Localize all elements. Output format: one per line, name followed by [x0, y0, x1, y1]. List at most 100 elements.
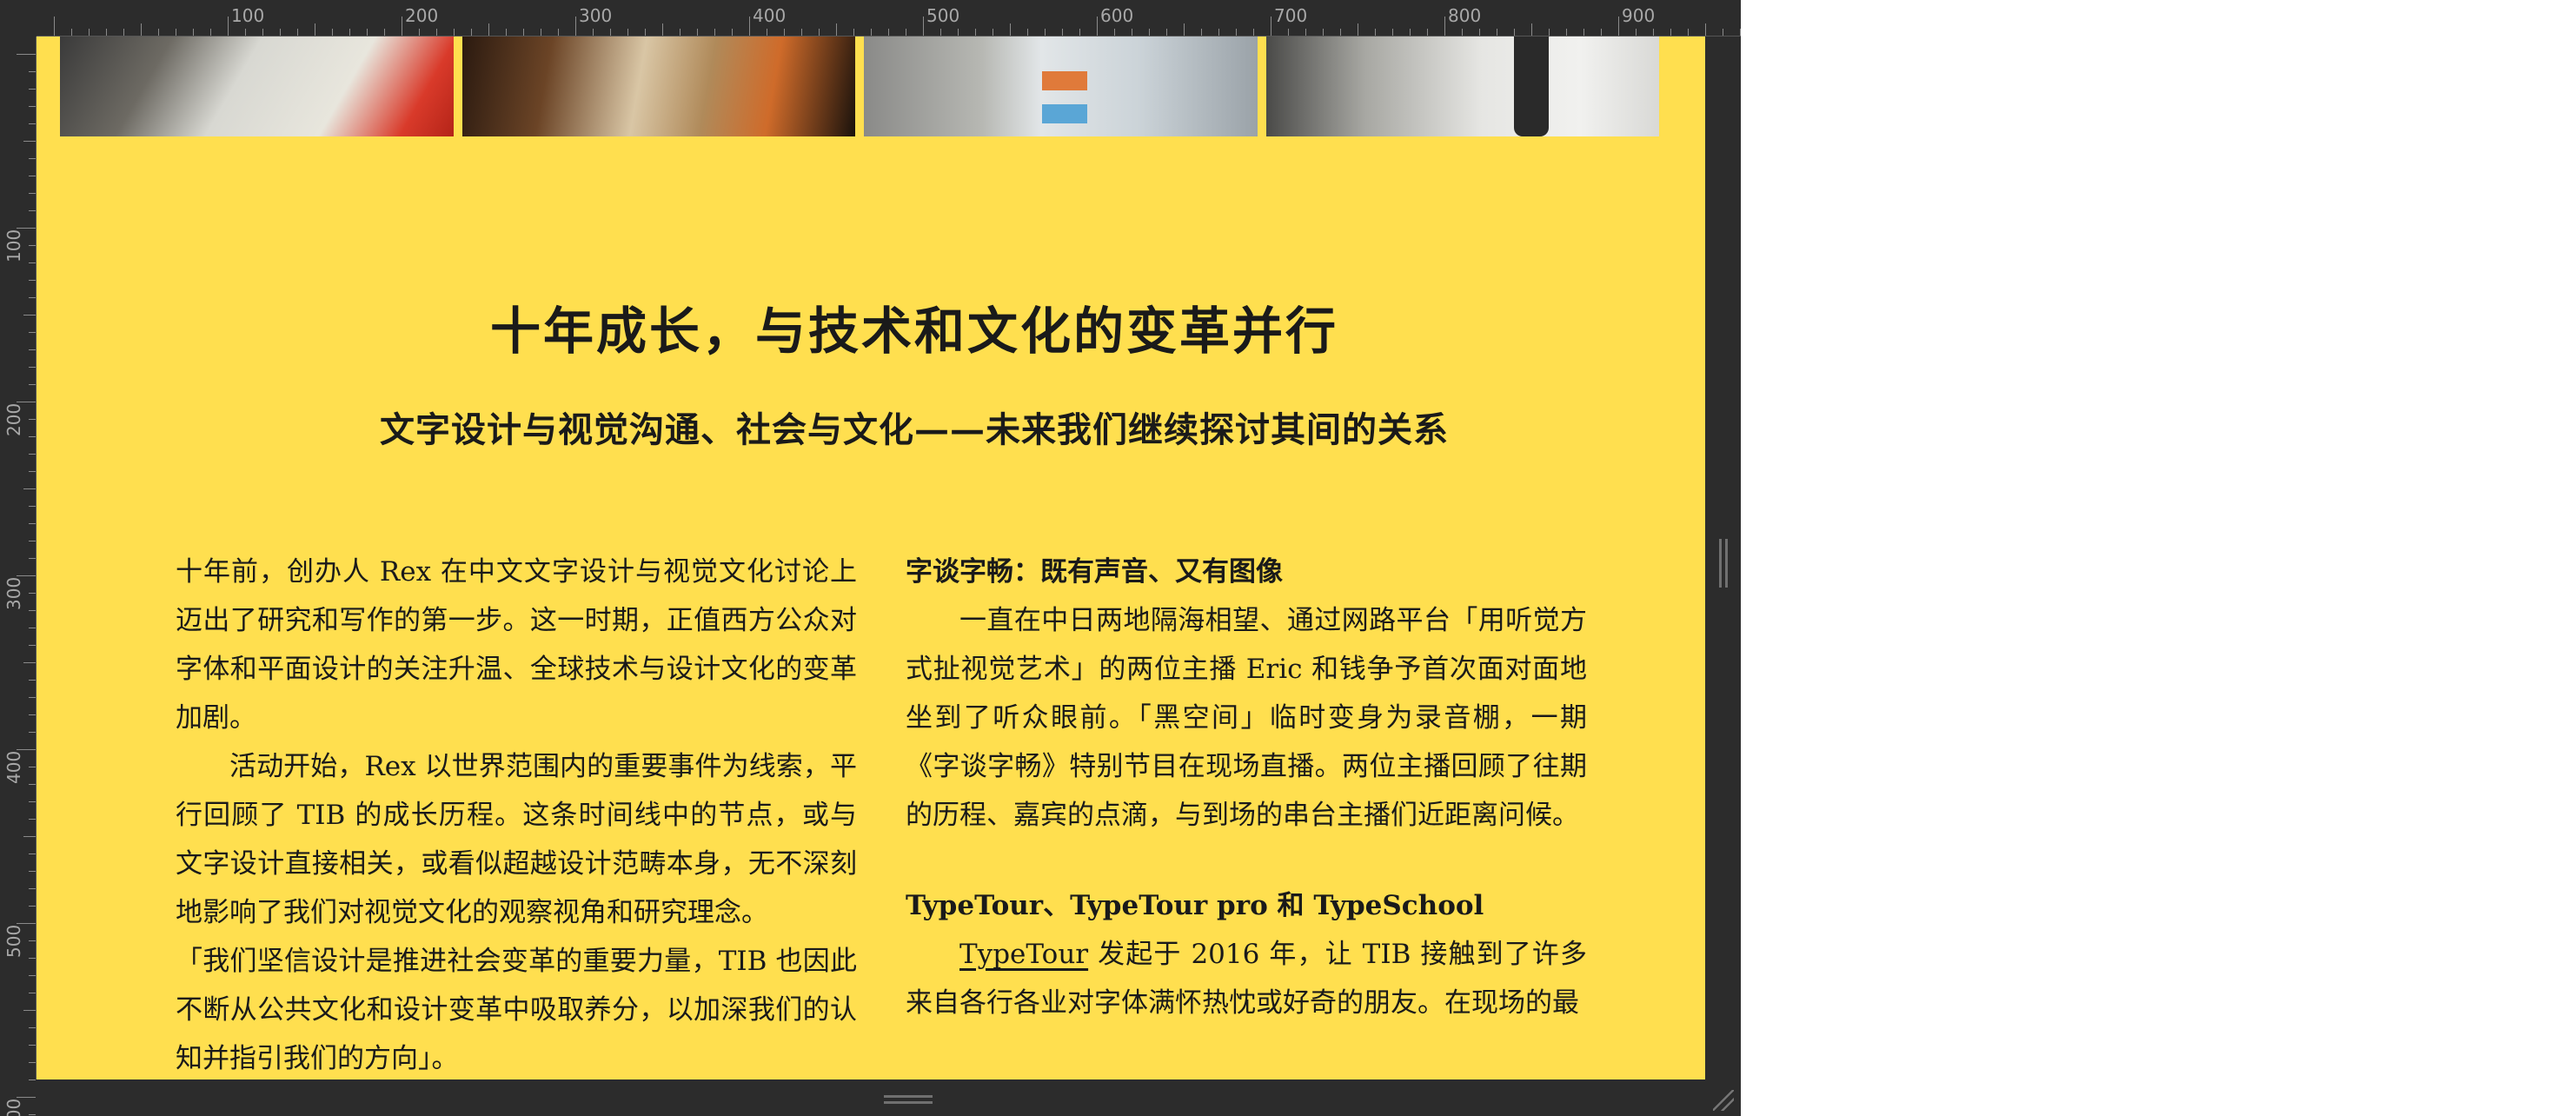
- ruler-tick: [29, 1045, 36, 1046]
- ruler-tick: [384, 29, 385, 36]
- ruler-tick: [1305, 29, 1306, 36]
- ruler-tick: [29, 71, 36, 72]
- ruler-tick: [1583, 29, 1584, 36]
- ruler-tick: [262, 29, 263, 36]
- ruler-label: 300: [3, 576, 24, 610]
- ruler-tick: [1218, 29, 1219, 36]
- ruler-tick: [1618, 17, 1619, 36]
- photo-strip: [60, 37, 1659, 136]
- ruler-tick: [29, 906, 36, 907]
- resize-grip-icon[interactable]: [1713, 1090, 1734, 1111]
- ruler-tick: [23, 141, 36, 142]
- ruler-tick: [29, 680, 36, 681]
- ruler-tick: [645, 29, 646, 36]
- ruler-tick: [29, 419, 36, 420]
- ruler-tick: [29, 940, 36, 941]
- ruler-corner: [0, 0, 37, 37]
- ruler-tick: [454, 29, 455, 36]
- ruler-label: 500: [926, 5, 960, 26]
- ruler-tick: [871, 29, 872, 36]
- ruler-tick: [23, 662, 36, 663]
- ruler-tick: [923, 17, 924, 36]
- ruler-tick: [853, 29, 854, 36]
- ruler-tick: [1410, 29, 1411, 36]
- ruler-tick: [1166, 29, 1167, 36]
- ruler-tick: [29, 454, 36, 455]
- ruler-tick: [332, 29, 333, 36]
- ruler-tick: [436, 29, 437, 36]
- ruler-tick: [29, 1027, 36, 1028]
- ruler-label: 100: [3, 229, 24, 262]
- right-column: 字谈字畅：既有声音、又有图像 一直在中日两地隔海相望、通过网路平台「用听觉方式扯…: [906, 548, 1587, 1027]
- horizontal-ruler[interactable]: 100 200 300 400 500 600 700 800 900: [37, 0, 1741, 37]
- ruler-tick: [1062, 29, 1063, 36]
- ruler-label: 300: [579, 5, 613, 26]
- ruler-tick: [29, 106, 36, 107]
- ruler-label: 200: [405, 5, 439, 26]
- quote-paragraph: 「我们坚信设计是推进社会变革的重要力量，TIB 也因此不断从公共文化和设计变革中…: [176, 946, 857, 1074]
- ruler-tick: [888, 29, 889, 36]
- ruler-tick: [471, 29, 472, 36]
- drag-handle[interactable]: [884, 1095, 933, 1104]
- ruler-label: 100: [231, 5, 265, 26]
- ruler-tick: [1549, 29, 1550, 36]
- ruler-tick: [29, 367, 36, 368]
- ruler-tick: [1184, 23, 1185, 36]
- ruler-tick: [1323, 29, 1324, 36]
- ruler-tick: [714, 29, 715, 36]
- paragraph: 活动开始，Rex 以世界范围内的重要事件为线索，平行回顾了 TIB 的成长历程。…: [176, 751, 857, 928]
- ruler-tick: [940, 29, 941, 36]
- ruler-tick: [29, 784, 36, 785]
- ruler-tick: [419, 29, 420, 36]
- ruler-tick: [819, 29, 820, 36]
- vertical-ruler[interactable]: 100 200 300 400 500 600: [0, 37, 37, 1116]
- ruler-tick: [1479, 29, 1480, 36]
- ruler-tick: [89, 29, 90, 36]
- ruler-tick: [627, 29, 628, 36]
- ruler-tick: [801, 29, 802, 36]
- article-headline: 十年成长，与技术和文化的变革并行: [489, 302, 1338, 361]
- ruler-tick: [1288, 29, 1289, 36]
- ruler-tick: [1253, 29, 1254, 36]
- blue-card: [1042, 104, 1087, 123]
- ruler-tick: [29, 593, 36, 594]
- photo-table[interactable]: [461, 37, 855, 136]
- editor-viewport: 100 200 300 400 500 600 700 800 900 100 200 300 400…: [0, 0, 1741, 1116]
- typetour-link[interactable]: TypeTour: [959, 939, 1088, 970]
- ruler-tick: [1705, 23, 1706, 36]
- ruler-tick: [1201, 29, 1202, 36]
- ruler-tick: [29, 436, 36, 437]
- photo-books[interactable]: [60, 37, 454, 136]
- ruler-tick: [245, 29, 246, 36]
- ruler-tick: [1444, 17, 1445, 36]
- ruler-tick: [29, 1079, 36, 1080]
- article-subhead: 文字设计与视觉沟通、社会与文化——未来我们继续探讨其间的关系: [380, 409, 1449, 450]
- ruler-tick: [593, 29, 594, 36]
- ruler-tick: [29, 888, 36, 889]
- ruler-tick: [29, 349, 36, 350]
- ruler-tick: [1027, 29, 1028, 36]
- ruler-tick: [210, 29, 211, 36]
- ruler-tick: [141, 23, 142, 36]
- ruler-tick: [367, 29, 368, 36]
- ruler-tick: [662, 23, 663, 36]
- ruler-tick: [29, 697, 36, 698]
- vertical-scroll-handle[interactable]: [1719, 539, 1728, 588]
- orange-card: [1042, 71, 1087, 90]
- ruler-tick: [784, 29, 785, 36]
- ruler-tick: [29, 89, 36, 90]
- ruler-tick: [228, 17, 229, 36]
- ruler-tick: [29, 210, 36, 211]
- photo-exhibit[interactable]: [864, 37, 1258, 136]
- section-title: 字谈字畅：既有声音、又有图像: [906, 556, 1283, 588]
- ruler-tick: [29, 610, 36, 611]
- ruler-label: 400: [3, 750, 24, 784]
- ruler-tick: [158, 29, 159, 36]
- ruler-tick: [23, 1010, 36, 1011]
- ruler-tick: [1653, 29, 1654, 36]
- ruler-tick: [29, 332, 36, 333]
- ruler-tick: [1079, 29, 1080, 36]
- ruler-tick: [680, 29, 681, 36]
- ruler-tick: [29, 714, 36, 715]
- photo-visitor[interactable]: [1265, 37, 1659, 136]
